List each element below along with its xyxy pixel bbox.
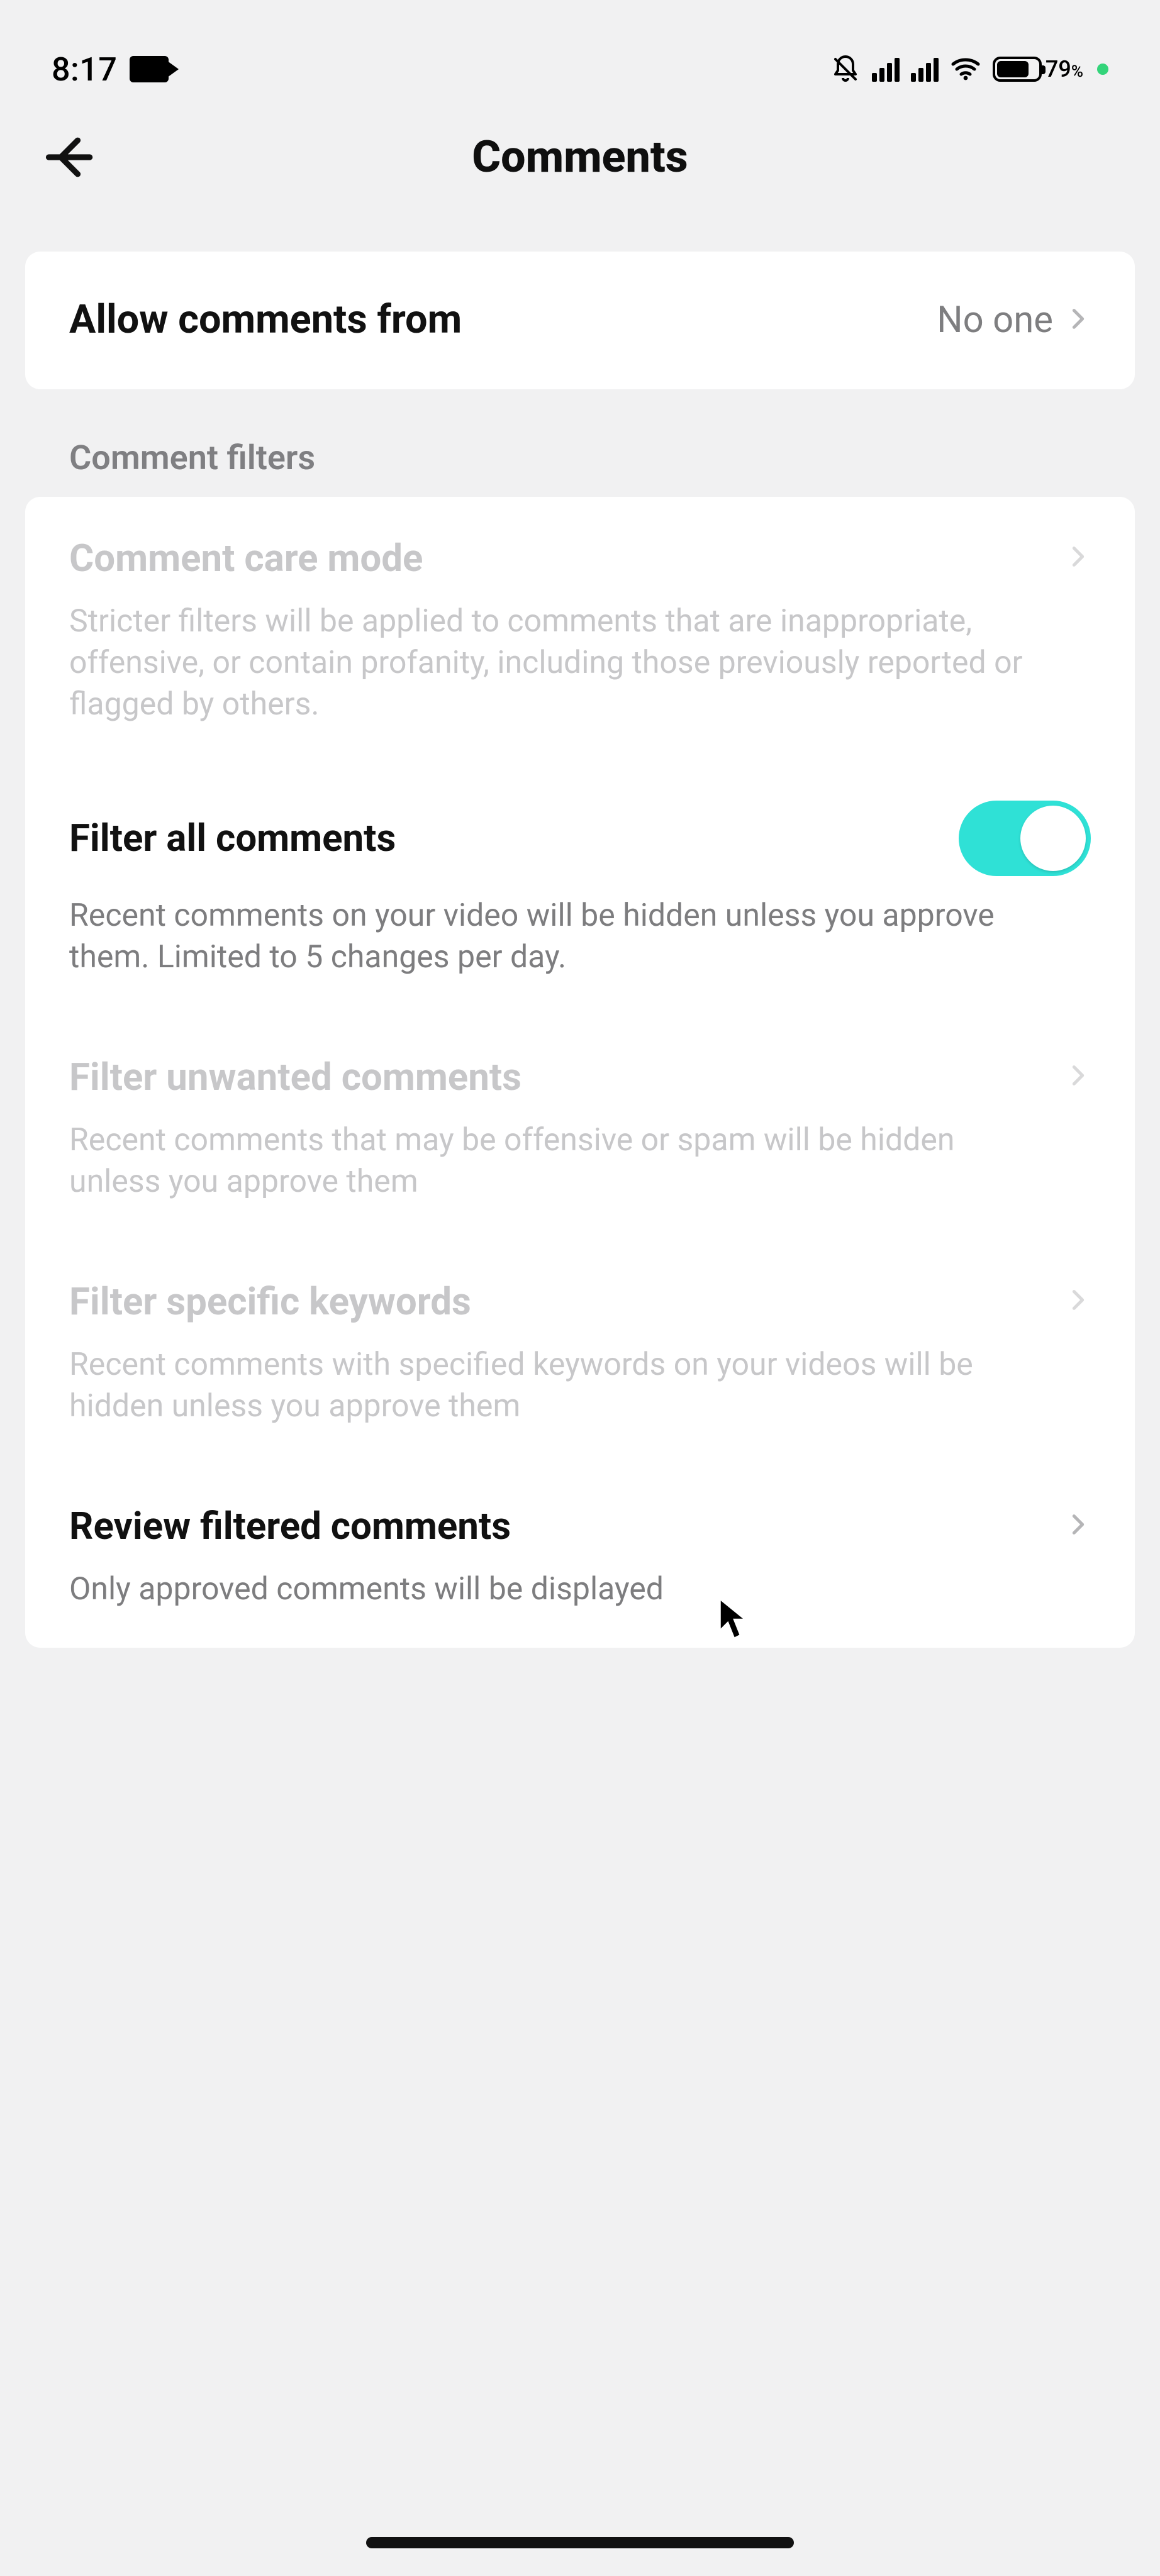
filter-keywords-row: Filter specific keywords Recent comments… bbox=[25, 1240, 1135, 1465]
status-right: 79% bbox=[830, 54, 1108, 84]
review-filtered-row[interactable]: Review filtered comments Only approved c… bbox=[25, 1465, 1135, 1648]
signal-strength-icon bbox=[872, 57, 900, 82]
battery-indicator: 79% bbox=[993, 56, 1083, 82]
review-filtered-desc: Only approved comments will be displayed bbox=[69, 1568, 1051, 1610]
allow-comments-card: Allow comments from No one bbox=[25, 252, 1135, 389]
comment-filters-card: Comment care mode Stricter filters will … bbox=[25, 497, 1135, 1648]
comment-care-mode-desc: Stricter filters will be applied to comm… bbox=[69, 601, 1051, 725]
section-filters-header: Comment filters bbox=[0, 389, 1160, 497]
filter-all-comments-title: Filter all comments bbox=[69, 814, 396, 862]
allow-comments-label: Allow comments from bbox=[69, 296, 462, 345]
chevron-right-icon bbox=[1066, 1507, 1091, 1544]
video-recording-icon bbox=[130, 56, 169, 82]
chevron-right-icon bbox=[1066, 1058, 1091, 1095]
filter-unwanted-row: Filter unwanted comments Recent comments… bbox=[25, 1016, 1135, 1240]
chevron-right-icon bbox=[1066, 302, 1091, 338]
allow-comments-row[interactable]: Allow comments from No one bbox=[25, 252, 1135, 389]
review-filtered-title: Review filtered comments bbox=[69, 1502, 511, 1550]
signal-strength-icon-2 bbox=[911, 57, 939, 82]
filter-all-comments-toggle[interactable] bbox=[959, 801, 1091, 876]
toggle-knob bbox=[1020, 806, 1086, 871]
camera-in-use-dot-icon bbox=[1097, 64, 1108, 75]
mute-notifications-icon bbox=[830, 54, 861, 84]
filter-unwanted-title: Filter unwanted comments bbox=[69, 1053, 521, 1101]
page-title: Comments bbox=[0, 131, 1160, 183]
chevron-right-icon bbox=[1066, 1283, 1091, 1319]
back-button[interactable] bbox=[39, 126, 102, 189]
filter-keywords-title: Filter specific keywords bbox=[69, 1278, 471, 1325]
filter-all-comments-row: Filter all comments Recent comments on y… bbox=[25, 763, 1135, 1016]
battery-fill bbox=[997, 61, 1029, 77]
allow-comments-value: No one bbox=[937, 299, 1053, 341]
filter-keywords-desc: Recent comments with specified keywords … bbox=[69, 1344, 1051, 1427]
allow-comments-value-wrap: No one bbox=[937, 299, 1091, 341]
comment-care-mode-title: Comment care mode bbox=[69, 535, 423, 582]
wifi-icon bbox=[950, 55, 981, 83]
status-bar: 8:17 79% bbox=[0, 0, 1160, 107]
comment-care-mode-row: Comment care mode Stricter filters will … bbox=[25, 497, 1135, 763]
filter-all-comments-desc: Recent comments on your video will be hi… bbox=[69, 895, 1051, 978]
status-time: 8:17 bbox=[52, 50, 117, 89]
battery-icon bbox=[993, 57, 1042, 82]
status-left: 8:17 bbox=[52, 50, 169, 89]
battery-percentage: 79% bbox=[1046, 56, 1083, 82]
chevron-right-icon bbox=[1066, 540, 1091, 576]
nav-header: Comments bbox=[0, 107, 1160, 208]
filter-unwanted-desc: Recent comments that may be offensive or… bbox=[69, 1119, 1051, 1202]
home-indicator[interactable] bbox=[366, 2537, 794, 2548]
